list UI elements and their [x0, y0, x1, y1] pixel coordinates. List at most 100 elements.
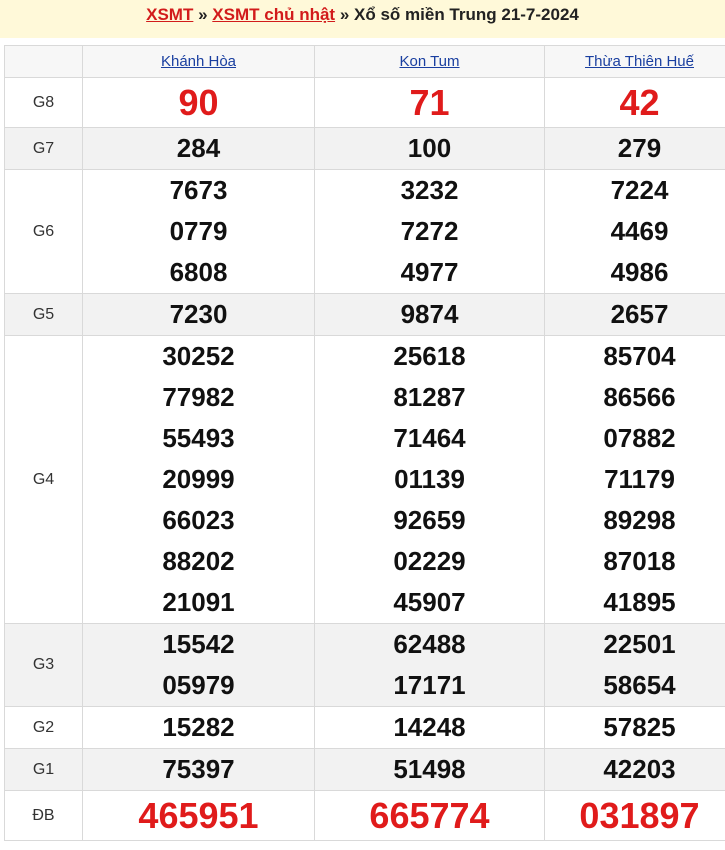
- prize-label: G4: [4, 335, 83, 624]
- result-cell: 90: [82, 77, 315, 128]
- prize-label: G5: [4, 293, 83, 336]
- table-row: G2 15282 14248 57825: [4, 706, 725, 749]
- table-row: G1 75397 51498 42203: [4, 748, 725, 791]
- result-cell: 7673 0779 6808: [82, 169, 315, 294]
- result-number: 279: [617, 133, 662, 163]
- result-number: 7272: [400, 216, 459, 246]
- breadcrumb-link-sunday[interactable]: XSMT chủ nhật: [212, 5, 335, 24]
- result-number: 4986: [610, 257, 669, 287]
- result-cell: 15282: [82, 706, 315, 749]
- result-number: 2657: [610, 299, 669, 329]
- result-number: 42203: [603, 754, 676, 784]
- result-number: 284: [176, 133, 221, 163]
- result-number: 87018: [603, 546, 676, 576]
- result-cell: 62488 17171: [314, 623, 545, 707]
- result-number: 9874: [400, 299, 459, 329]
- result-cell: 7230: [82, 293, 315, 336]
- result-number: 02229: [393, 546, 466, 576]
- result-number: 57825: [603, 712, 676, 742]
- table-row: G5 7230 9874 2657: [4, 293, 725, 336]
- result-cell: 30252 77982 55493 20999 66023 88202 21091: [82, 335, 315, 624]
- result-number: 75397: [162, 754, 235, 784]
- result-number: 85704: [603, 341, 676, 371]
- result-cell: 100: [314, 127, 545, 170]
- results-table: Khánh Hòa Kon Tum Thừa Thiên Huế G8 90 71 4…: [4, 45, 725, 841]
- result-number: 71179: [604, 464, 675, 494]
- result-number: 21091: [162, 587, 235, 617]
- result-number: 07882: [603, 423, 676, 453]
- result-cell: 2657: [544, 293, 725, 336]
- result-cell: 75397: [82, 748, 315, 791]
- result-number: 77982: [162, 382, 235, 412]
- result-cell: 22501 58654: [544, 623, 725, 707]
- result-cell: 279: [544, 127, 725, 170]
- result-number: 01139: [394, 464, 465, 494]
- result-number: 45907: [393, 587, 466, 617]
- result-cell: 15542 05979: [82, 623, 315, 707]
- result-number: 7224: [610, 175, 669, 205]
- result-number: 3232: [400, 175, 459, 205]
- result-number: 15542: [162, 629, 235, 659]
- breadcrumb: XSMT » XSMT chủ nhật » Xổ số miền Trung …: [0, 0, 725, 38]
- result-number: 0779: [169, 216, 228, 246]
- table-row: G4 30252 77982 55493 20999 66023 88202 21091 256…: [4, 335, 725, 624]
- result-number: 031897: [579, 795, 700, 836]
- result-number: 62488: [393, 629, 466, 659]
- column-header: Thừa Thiên Huế: [544, 45, 725, 78]
- province-link[interactable]: Khánh Hòa: [161, 53, 236, 70]
- page-title: Xổ số miền Trung 21-7-2024: [354, 5, 579, 24]
- result-number: 88202: [162, 546, 235, 576]
- table-row: G7 284 100 279: [4, 127, 725, 170]
- header-corner: [4, 45, 83, 78]
- result-cell: 284: [82, 127, 315, 170]
- result-number: 7230: [169, 299, 228, 329]
- result-cell: 7224 4469 4986: [544, 169, 725, 294]
- province-link[interactable]: Kon Tum: [399, 53, 459, 70]
- result-number: 58654: [603, 670, 676, 700]
- result-number: 14248: [393, 712, 466, 742]
- table-row: G8 90 71 42: [4, 77, 725, 128]
- result-number: 42: [619, 82, 660, 123]
- column-header: Khánh Hòa: [82, 45, 315, 78]
- prize-label: G2: [4, 706, 83, 749]
- result-cell: 25618 81287 71464 01139 92659 02229 45907: [314, 335, 545, 624]
- result-cell: 42: [544, 77, 725, 128]
- result-number: 22501: [603, 629, 676, 659]
- result-number: 30252: [162, 341, 235, 371]
- table-row: G3 15542 05979 62488 17171 22501 58654: [4, 623, 725, 707]
- result-number: 17171: [393, 670, 466, 700]
- breadcrumb-separator: »: [198, 5, 208, 24]
- result-number: 86566: [603, 382, 676, 412]
- result-number: 4977: [400, 257, 459, 287]
- result-number: 25618: [393, 341, 466, 371]
- breadcrumb-separator: »: [339, 5, 350, 24]
- result-number: 55493: [162, 423, 235, 453]
- result-number: 465951: [138, 795, 259, 836]
- result-cell: 42203: [544, 748, 725, 791]
- result-number: 4469: [610, 216, 669, 246]
- result-number: 6808: [169, 257, 228, 287]
- result-number: 665774: [369, 795, 490, 836]
- result-number: 05979: [162, 670, 235, 700]
- result-number: 81287: [393, 382, 466, 412]
- result-number: 90: [178, 82, 219, 123]
- result-cell: 51498: [314, 748, 545, 791]
- province-link[interactable]: Thừa Thiên Huế: [585, 53, 694, 70]
- result-number: 20999: [162, 464, 235, 494]
- result-cell: 465951: [82, 790, 315, 841]
- column-header: Kon Tum: [314, 45, 545, 78]
- breadcrumb-link-xsmt[interactable]: XSMT: [146, 5, 193, 24]
- result-cell: 85704 86566 07882 71179 89298 87018 41895: [544, 335, 725, 624]
- prize-label: G3: [4, 623, 83, 707]
- prize-label: G7: [4, 127, 83, 170]
- result-cell: 9874: [314, 293, 545, 336]
- result-number: 15282: [162, 712, 235, 742]
- prize-label: G8: [4, 77, 83, 128]
- result-number: 71: [409, 82, 450, 123]
- table-row: G6 7673 0779 6808 3232 7272 4977 7224 4469 4986: [4, 169, 725, 294]
- result-number: 51498: [393, 754, 466, 784]
- table-header-row: Khánh Hòa Kon Tum Thừa Thiên Huế: [4, 45, 725, 78]
- result-cell: 3232 7272 4977: [314, 169, 545, 294]
- result-cell: 031897: [544, 790, 725, 841]
- result-number: 41895: [603, 587, 676, 617]
